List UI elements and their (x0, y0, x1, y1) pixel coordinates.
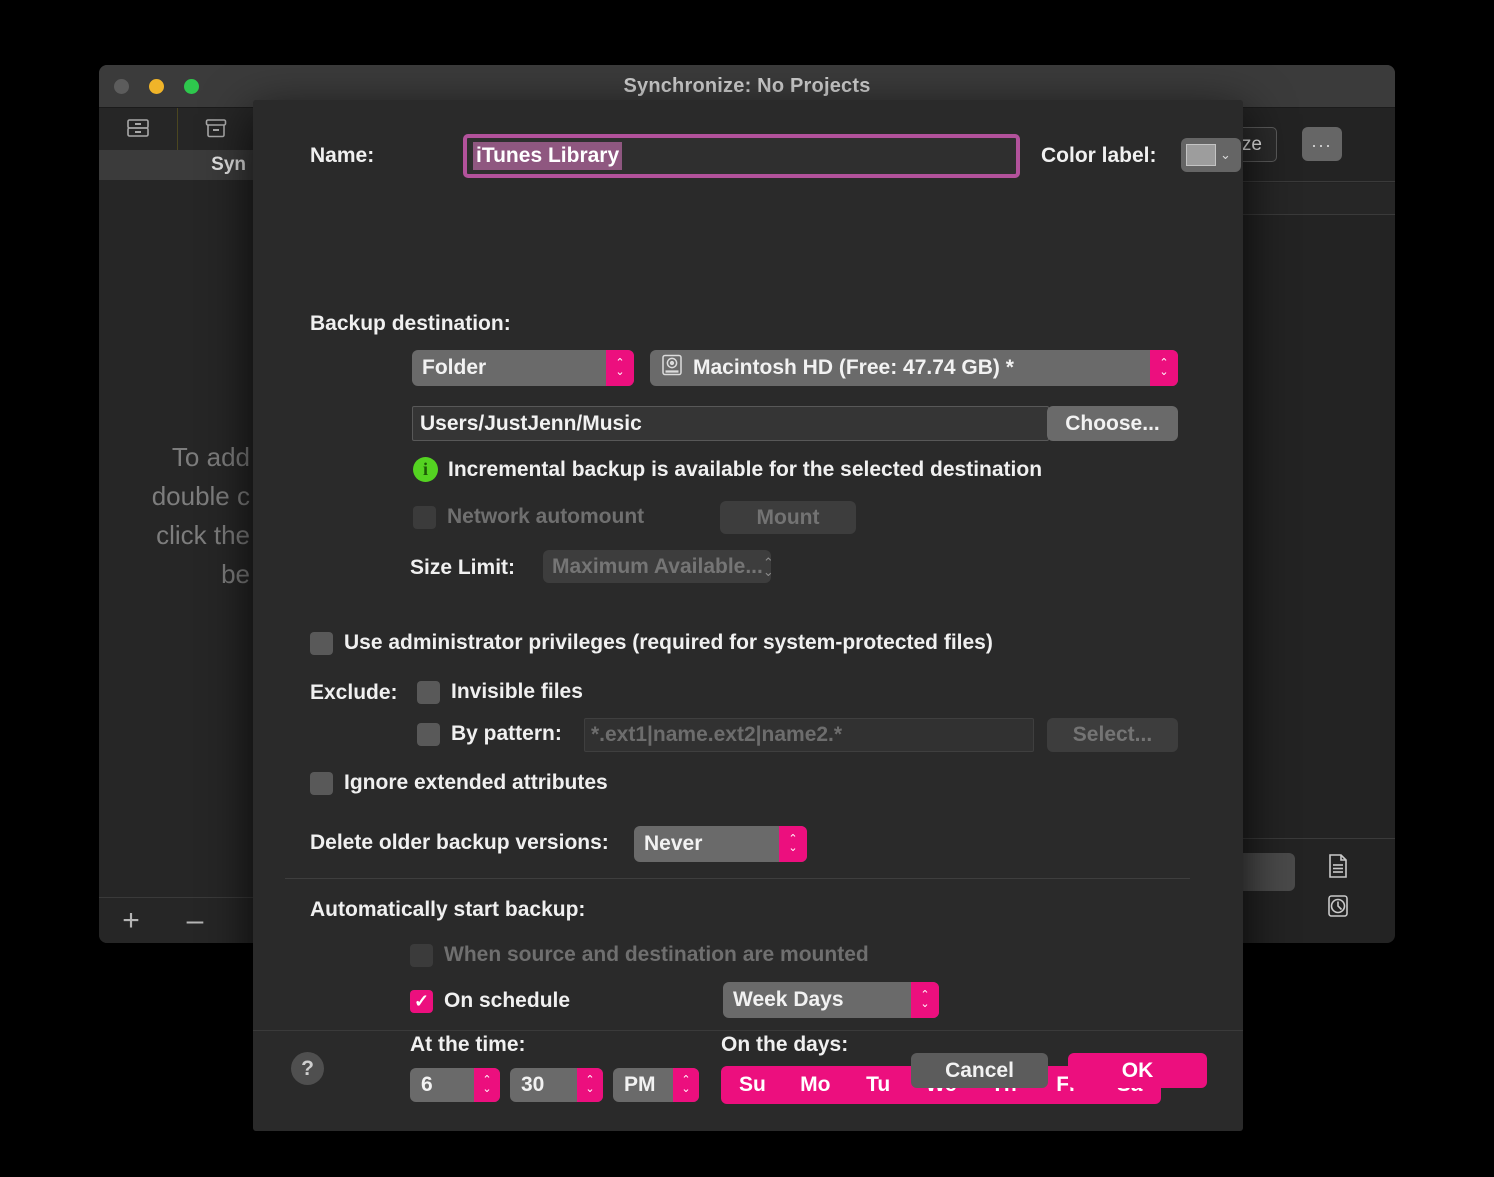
by-pattern-label: By pattern: (451, 722, 562, 745)
more-options-button[interactable]: ... (1302, 127, 1342, 161)
ignore-xattr-checkbox[interactable] (310, 771, 333, 795)
stepper-arrows-icon[interactable]: ⌃ ⌄ (763, 556, 774, 578)
section-divider (285, 878, 1190, 879)
sidebar-footer: + – (99, 897, 254, 943)
by-pattern-row[interactable]: By pattern: (417, 722, 562, 746)
when-mounted-row[interactable]: When source and destination are mounted (410, 943, 869, 967)
admin-privileges-row[interactable]: Use administrator privileges (required f… (310, 631, 993, 655)
network-automount-checkbox[interactable] (413, 505, 436, 529)
sidebar-section-label: Syn (211, 154, 246, 175)
stepper-arrows-icon[interactable]: ⌃ ⌄ (606, 350, 634, 386)
color-label-label: Color label: (1041, 144, 1157, 167)
name-input[interactable]: iTunes Library (463, 134, 1020, 178)
when-mounted-label: When source and destination are mounted (444, 943, 869, 966)
dialog-footer: ? Cancel OK (253, 1030, 1243, 1131)
schedule-frequency-value: Week Days (733, 988, 844, 1011)
clock-icon[interactable] (1321, 889, 1355, 923)
delete-versions-dropdown[interactable]: Never ⌃ ⌄ (634, 826, 807, 862)
info-icon: i (413, 457, 438, 482)
help-button[interactable]: ? (291, 1052, 324, 1085)
select-pattern-button[interactable]: Select... (1047, 718, 1178, 752)
on-schedule-row[interactable]: On schedule (410, 989, 570, 1013)
network-automount-label: Network automount (447, 505, 645, 528)
destination-path-input[interactable]: Users/JustJenn/Music (412, 406, 1049, 441)
network-automount-row[interactable]: Network automount (413, 505, 644, 529)
invisible-files-checkbox[interactable] (417, 680, 440, 704)
incremental-notice-row: i Incremental backup is available for th… (413, 457, 1042, 482)
sidebar-toolbar (99, 108, 254, 150)
archive-icon[interactable] (176, 108, 255, 150)
delete-versions-value: Never (644, 832, 703, 855)
delete-versions-label: Delete older backup versions: (310, 831, 609, 854)
admin-privileges-label: Use administrator privileges (required f… (344, 631, 993, 654)
invisible-files-label: Invisible files (451, 680, 583, 703)
remove-project-button[interactable]: – (163, 905, 227, 936)
stepper-arrows-icon[interactable]: ⌃ ⌄ (911, 982, 939, 1018)
hard-drive-icon (660, 353, 684, 383)
admin-privileges-checkbox[interactable] (310, 631, 333, 655)
incremental-notice-text: Incremental backup is available for the … (448, 457, 1043, 481)
size-limit-dropdown[interactable]: Maximum Available... ⌃ ⌄ (543, 550, 774, 583)
pattern-input[interactable]: *.ext1|name.ext2|name2.* (584, 718, 1034, 752)
document-icon[interactable] (1321, 849, 1355, 883)
color-label-dropdown[interactable]: ⌄ (1181, 138, 1241, 172)
ok-button[interactable]: OK (1068, 1053, 1207, 1088)
destination-type-value: Folder (422, 356, 487, 379)
size-limit-label: Size Limit: (410, 556, 516, 579)
backup-destination-label: Backup destination: (310, 312, 511, 335)
sidebar: Syn To add double c click the be + – (99, 108, 255, 943)
choose-button[interactable]: Choose... (1047, 406, 1178, 441)
destination-disk-value: Macintosh HD (Free: 47.74 GB) * (693, 356, 1014, 379)
mount-button[interactable]: Mount (720, 501, 856, 534)
on-schedule-label: On schedule (444, 989, 571, 1012)
synchronize-settings-dialog: Name: iTunes Library Color label: ⌄ Back… (253, 100, 1243, 1131)
sidebar-empty-message: To add double c click the be (151, 442, 250, 589)
destination-path-value: Users/JustJenn/Music (420, 411, 642, 435)
ignore-xattr-row[interactable]: Ignore extended attributes (310, 771, 608, 795)
destination-type-dropdown[interactable]: Folder ⌃ ⌄ (412, 350, 634, 386)
cancel-button[interactable]: Cancel (911, 1053, 1048, 1088)
add-project-button[interactable]: + (99, 905, 163, 936)
ignore-xattr-label: Ignore extended attributes (344, 771, 608, 794)
name-row: Name: iTunes Library Color label: ⌄ (310, 134, 1241, 178)
auto-start-label: Automatically start backup: (310, 898, 586, 921)
name-input-value: iTunes Library (473, 142, 623, 170)
schedule-frequency-dropdown[interactable]: Week Days ⌃ ⌄ (723, 982, 939, 1018)
destination-disk-dropdown[interactable]: Macintosh HD (Free: 47.74 GB) * ⌃ ⌄ (650, 350, 1178, 386)
size-limit-value: Maximum Available... (552, 554, 763, 578)
stepper-arrows-icon[interactable]: ⌃ ⌄ (1150, 350, 1178, 386)
name-label: Name: (310, 144, 375, 167)
pattern-placeholder: *.ext1|name.ext2|name2.* (591, 723, 843, 746)
by-pattern-checkbox[interactable] (417, 722, 440, 746)
when-mounted-checkbox[interactable] (410, 943, 433, 967)
invisible-files-row[interactable]: Invisible files (417, 680, 583, 704)
exclude-label: Exclude: (310, 681, 398, 704)
chevron-down-icon: ⌄ (1220, 147, 1231, 162)
drawer-icon[interactable] (99, 108, 177, 150)
on-schedule-checkbox[interactable] (410, 989, 433, 1013)
sidebar-section-header: Syn (99, 150, 254, 180)
stepper-arrows-icon[interactable]: ⌃ ⌄ (779, 826, 807, 862)
color-swatch (1186, 144, 1216, 166)
